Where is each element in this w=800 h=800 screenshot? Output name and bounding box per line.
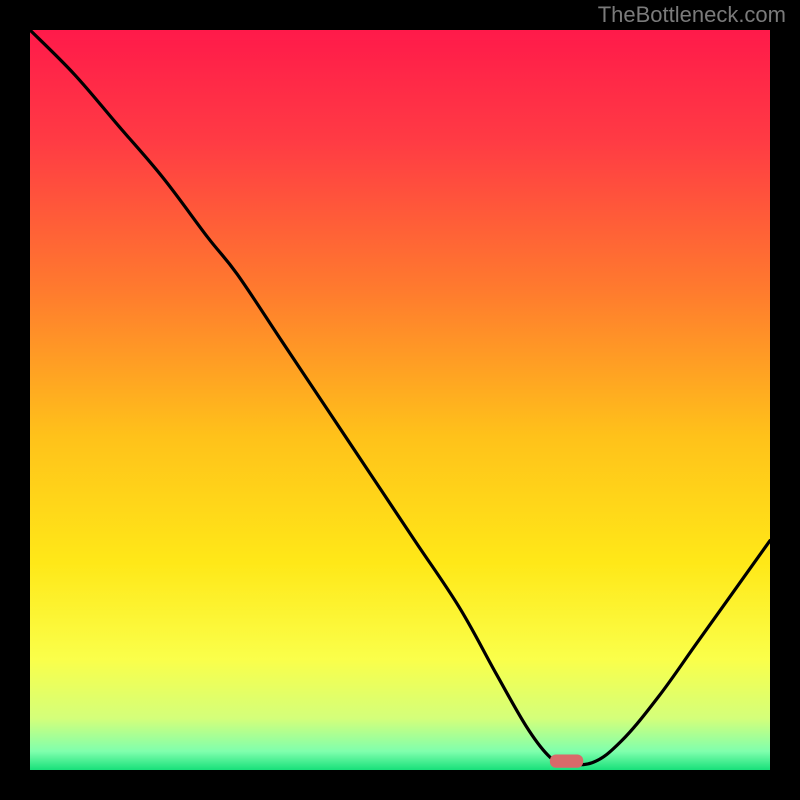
watermark-text: TheBottleneck.com	[598, 2, 786, 28]
chart-plot-area	[30, 30, 770, 770]
chart-background	[30, 30, 770, 770]
optimal-marker	[550, 755, 583, 768]
bottleneck-chart	[30, 30, 770, 770]
